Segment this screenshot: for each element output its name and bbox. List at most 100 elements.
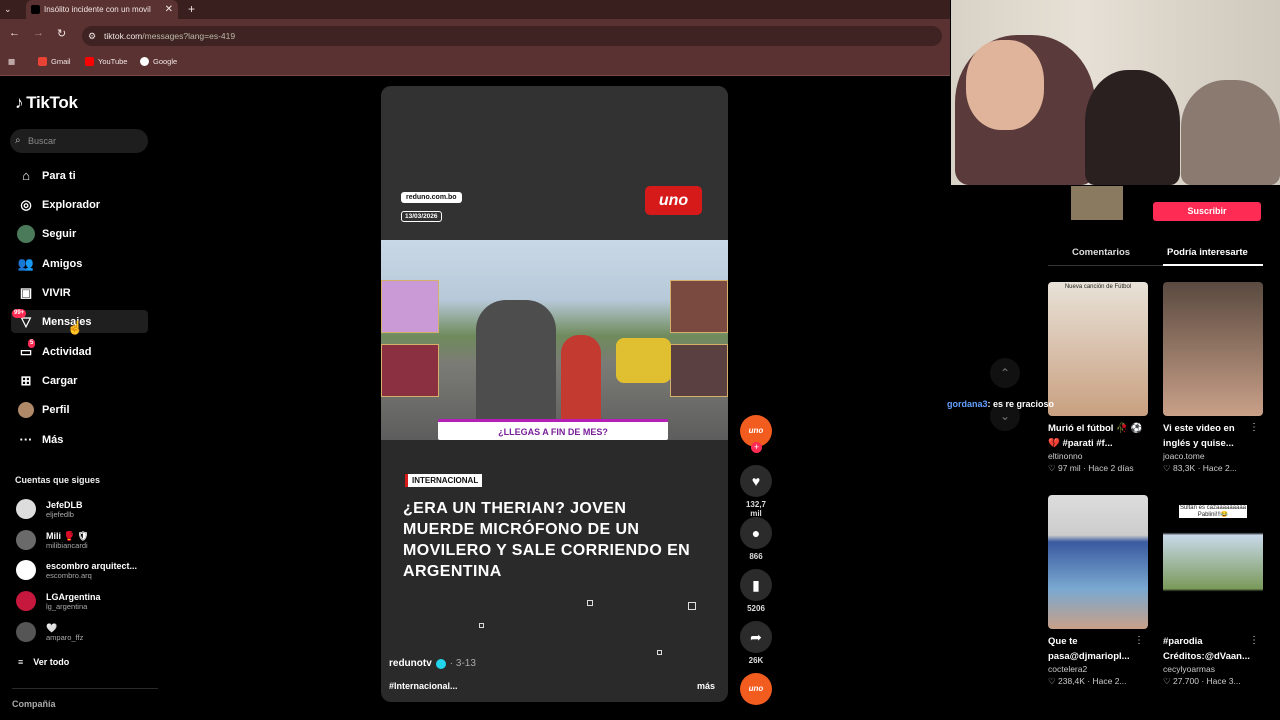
webcam-person-3 — [1181, 80, 1280, 185]
comment-action[interactable]: ● 866 — [740, 517, 772, 561]
follow-plus-icon[interactable]: + — [751, 442, 762, 453]
nav-item-para-ti[interactable]: ⌂ Para ti — [11, 164, 148, 187]
source-date: 13/03/2026 — [401, 211, 442, 222]
card-time: Hace 3... — [1206, 676, 1241, 686]
reload-icon[interactable]: ↻ — [57, 27, 66, 40]
nav-label: Para ti — [42, 169, 76, 182]
account-name: Mili 🥊 🛡 — [46, 530, 89, 541]
bookmark-gmail[interactable]: Gmail — [38, 57, 71, 66]
webcam-overlay — [951, 0, 1280, 185]
nav-item-amigos[interactable]: 👥 Amigos — [11, 252, 148, 275]
nav-item-seguir[interactable]: Seguir — [11, 222, 148, 245]
following-account[interactable]: Mili 🥊 🛡 milibiancardi — [16, 528, 89, 552]
search-placeholder: Buscar — [28, 136, 57, 146]
recommended-video-card[interactable]: ⋮ Que te pasa@djmariopl... coctelera2 ♡ … — [1048, 495, 1148, 687]
tab-title: Insólito incidente con un movil — [44, 5, 151, 14]
nav-item-actividad[interactable]: ▭ 5 Actividad — [11, 338, 148, 363]
bookmark-label: Gmail — [51, 57, 71, 66]
nav-item-perfil[interactable]: Perfil — [11, 398, 148, 421]
live-icon: ▣ — [19, 284, 33, 300]
site-info-icon[interactable]: ⚙ — [88, 26, 96, 46]
channel-logo-text: uno — [658, 192, 689, 209]
card-meta: ♡ 83,3K · Hace 2... — [1163, 463, 1237, 473]
company-link[interactable]: Compañía — [12, 699, 56, 709]
card-menu-icon[interactable]: ⋮ — [1134, 635, 1144, 646]
creator-thumbnail — [1071, 186, 1123, 220]
share-icon[interactable]: ➦ — [740, 621, 772, 653]
scroll-up-button[interactable]: ⌃ — [990, 358, 1020, 388]
stream-chat-message: gordana3: es re gracioso — [947, 399, 1054, 409]
tab-search-icon[interactable]: ⌄ — [4, 0, 12, 19]
forward-icon[interactable]: → — [33, 27, 44, 39]
following-account[interactable]: escombro arquitect... escombro.arq — [16, 558, 137, 582]
card-likes: 27.700 — [1172, 676, 1199, 686]
active-tab-indicator — [1163, 264, 1263, 266]
tiktok-logo[interactable]: ♪ TikTok — [15, 93, 78, 113]
following-account[interactable]: 🤍 amparo_ffz — [16, 620, 83, 644]
see-all-link[interactable]: ≡ Ver todo — [18, 657, 69, 667]
card-time: Hace 2... — [1092, 676, 1127, 686]
video-thumbnail — [1163, 282, 1263, 416]
category-label: INTERNACIONAL — [405, 474, 483, 487]
source-label: reduno.com.bo — [401, 192, 462, 203]
account-handle: amparo_ffz — [46, 632, 84, 642]
video-player[interactable]: reduno.com.bo 13/03/2026 uno ¿LLEGAS A F… — [381, 86, 728, 702]
save-action[interactable]: ▮ 5206 — [740, 569, 772, 613]
new-tab-icon[interactable]: + — [188, 0, 195, 19]
music-disc[interactable]: uno — [740, 673, 772, 705]
browser-tab[interactable]: Insólito incidente con un movil ✕ — [26, 0, 178, 19]
subscribe-button[interactable]: Suscribir — [1153, 202, 1261, 221]
account-handle: milibiancardi — [46, 540, 88, 550]
tab-comentarios[interactable]: Comentarios — [1072, 247, 1130, 258]
card-menu-icon[interactable]: ⋮ — [1134, 422, 1144, 433]
account-name: 🤍 — [46, 622, 58, 633]
following-account[interactable]: JefeDLB eljefedlb — [16, 497, 83, 521]
bookmark-google[interactable]: Google — [140, 57, 177, 66]
close-tab-icon[interactable]: ✕ — [165, 0, 173, 19]
apps-icon[interactable]: ▦ — [8, 57, 15, 66]
address-bar[interactable]: ⚙ tiktok.com/messages?lang=es-419 — [82, 26, 942, 46]
comment-icon[interactable]: ● — [740, 517, 772, 549]
caption-marker — [688, 602, 696, 610]
upload-icon: ⊞ — [20, 372, 32, 388]
video-caption[interactable]: #Internacional... — [389, 681, 458, 691]
nav-item-vivir[interactable]: ▣ VIVIR — [11, 281, 148, 304]
recommended-video-card[interactable]: ⋮ Vi este video en inglés y quise... joa… — [1163, 282, 1263, 474]
card-title: #parodia Créditos:@dVaan... — [1163, 636, 1250, 662]
account-name: escombro arquitect... — [46, 560, 138, 571]
back-icon[interactable]: ← — [9, 27, 20, 39]
activity-badge: 5 — [28, 338, 36, 348]
share-count: 26K — [748, 656, 764, 665]
recommended-video-card[interactable]: Nueva canción de Fútbol ⋮ Murió el fútbo… — [1048, 282, 1148, 474]
webcam-face-1 — [966, 40, 1044, 130]
youtube-icon — [85, 57, 94, 66]
bookmark-icon[interactable]: ▮ — [740, 569, 772, 601]
card-menu-icon[interactable]: ⋮ — [1249, 422, 1259, 433]
avatar — [16, 499, 36, 519]
nav-item-mas[interactable]: ··· Más — [11, 428, 148, 451]
chat-text: : es re gracioso — [987, 399, 1055, 409]
recommended-video-card[interactable]: Sultan es cazaaaaaaaaa Pablini!!!😂 ⋮ #pa… — [1163, 495, 1263, 687]
like-action[interactable]: ♥ 132,7 mil — [740, 465, 772, 518]
avatar — [16, 591, 36, 611]
nav-label: Amigos — [42, 257, 83, 270]
compass-icon: ◎ — [20, 196, 32, 212]
search-input[interactable]: ⌕ Buscar — [10, 129, 148, 153]
nav-item-explorador[interactable]: ◎ Explorador — [11, 193, 148, 216]
url-host: tiktok.com — [104, 31, 143, 41]
following-account[interactable]: LGArgentina lg_argentina — [16, 589, 101, 613]
tiktok-favicon-icon — [31, 5, 40, 14]
save-count: 5206 — [747, 604, 765, 613]
heart-icon[interactable]: ♥ — [740, 465, 772, 497]
share-action[interactable]: ➦ 26K — [740, 621, 772, 665]
avatar — [16, 530, 36, 550]
card-likes: 83,3K — [1172, 463, 1196, 473]
music-label: uno — [748, 684, 764, 693]
bookmark-youtube[interactable]: YouTube — [85, 57, 127, 66]
card-menu-icon[interactable]: ⋮ — [1249, 635, 1259, 646]
tab-podria-interesarte[interactable]: Podría interesarte — [1167, 247, 1248, 258]
woman-figure — [561, 335, 601, 420]
video-author[interactable]: redunotv · 3-13 — [389, 658, 476, 669]
nav-item-cargar[interactable]: ⊞ Cargar — [11, 369, 148, 392]
more-button[interactable]: más — [697, 681, 715, 691]
